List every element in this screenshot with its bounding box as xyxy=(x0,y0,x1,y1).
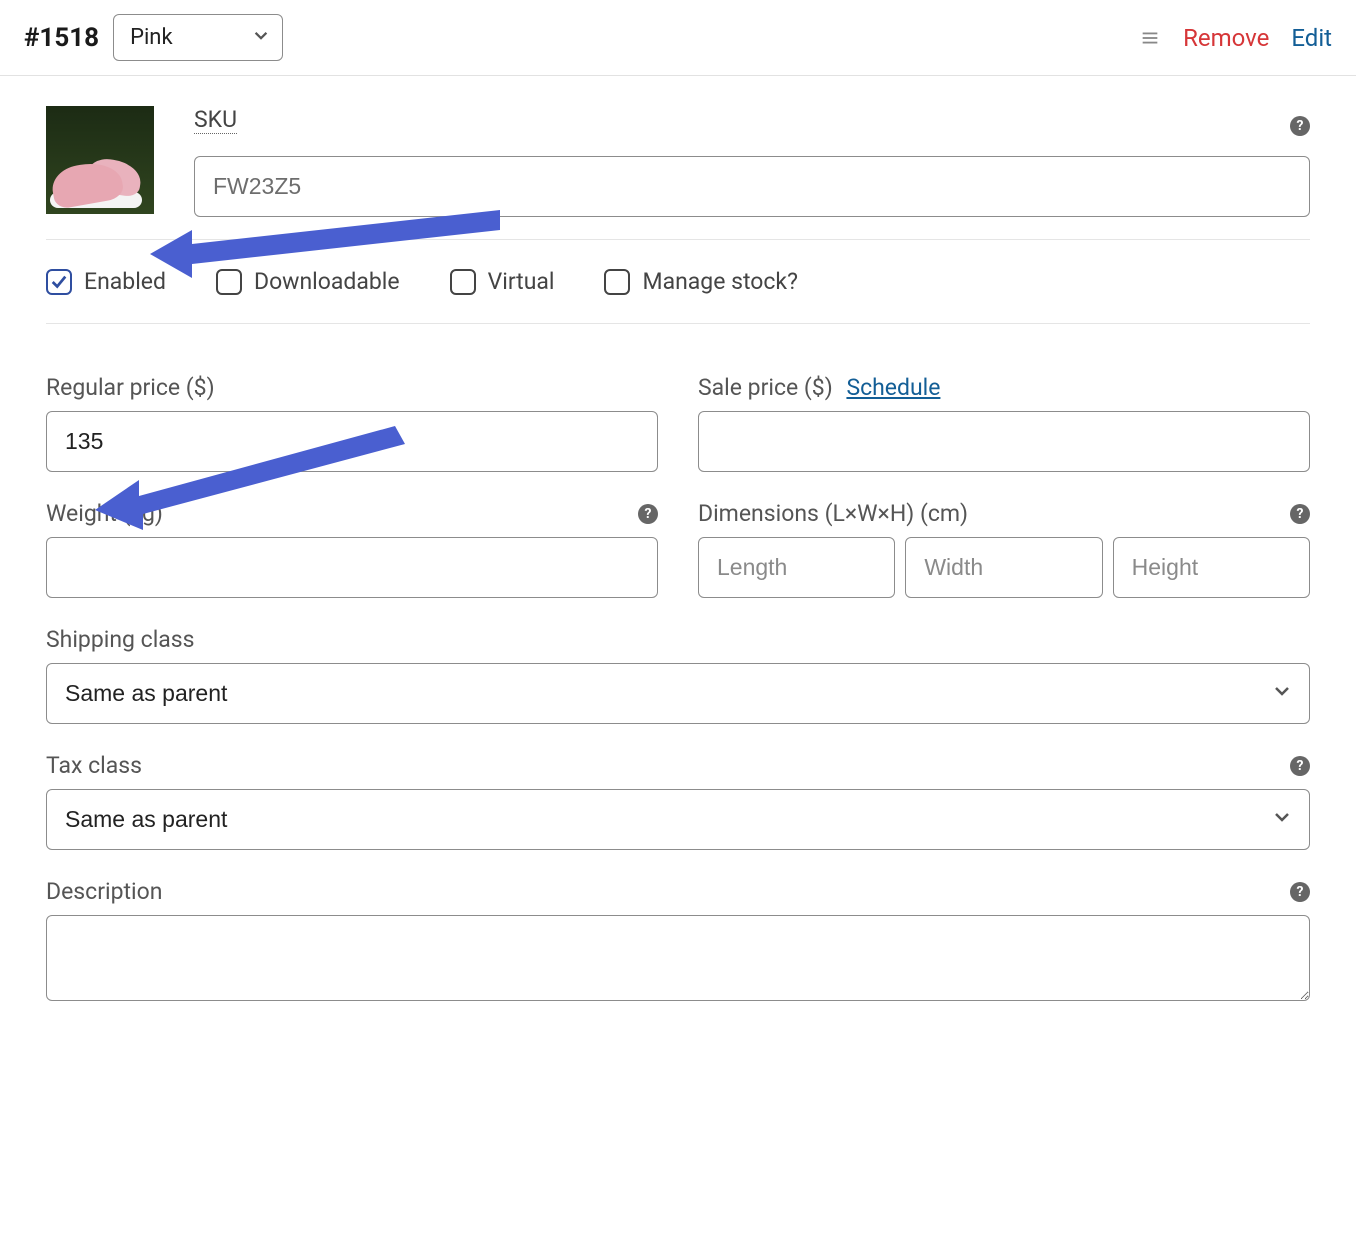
header-right: Remove Edit xyxy=(1139,24,1332,52)
enabled-label: Enabled xyxy=(84,268,166,295)
shipping-class-label: Shipping class xyxy=(46,626,195,653)
help-icon[interactable]: ? xyxy=(1290,504,1310,524)
sale-price-input[interactable] xyxy=(698,411,1310,472)
tax-class-value[interactable] xyxy=(46,789,1310,850)
schedule-link[interactable]: Schedule xyxy=(846,374,940,401)
manage-stock-label: Manage stock? xyxy=(642,268,797,295)
downloadable-checkbox[interactable]: Downloadable xyxy=(216,268,400,295)
downloadable-label: Downloadable xyxy=(254,268,400,295)
attribute-select[interactable]: Pink xyxy=(113,14,283,61)
width-input[interactable] xyxy=(905,537,1102,598)
options-row: Enabled Downloadable Virtual Manage stoc… xyxy=(46,262,1310,301)
chevron-down-icon xyxy=(1272,807,1292,833)
sku-input[interactable] xyxy=(194,156,1310,217)
shipping-class-select[interactable] xyxy=(46,663,1310,724)
manage-stock-checkbox[interactable]: Manage stock? xyxy=(604,268,797,295)
help-icon[interactable]: ? xyxy=(1290,756,1310,776)
help-icon[interactable]: ? xyxy=(1290,116,1310,136)
variation-panel: SKU ? Enabled Downloadable Virtual Manag… xyxy=(0,76,1356,1047)
header-left: #1518 Pink xyxy=(24,14,283,61)
regular-price-input[interactable] xyxy=(46,411,658,472)
attribute-selected-value: Pink xyxy=(130,25,173,50)
description-textarea[interactable] xyxy=(46,915,1310,1001)
edit-link[interactable]: Edit xyxy=(1291,24,1332,52)
shipping-class-value[interactable] xyxy=(46,663,1310,724)
chevron-down-icon xyxy=(252,25,270,50)
sale-price-label: Sale price ($) xyxy=(698,374,833,401)
help-icon[interactable]: ? xyxy=(638,504,658,524)
virtual-label: Virtual xyxy=(488,268,555,295)
height-input[interactable] xyxy=(1113,537,1310,598)
chevron-down-icon xyxy=(1272,681,1292,707)
tax-class-select[interactable] xyxy=(46,789,1310,850)
length-input[interactable] xyxy=(698,537,895,598)
help-icon[interactable]: ? xyxy=(1290,882,1310,902)
sku-label: SKU xyxy=(194,106,237,134)
virtual-checkbox[interactable]: Virtual xyxy=(450,268,555,295)
enabled-checkbox[interactable]: Enabled xyxy=(46,268,166,295)
variation-image-thumbnail[interactable] xyxy=(46,106,154,214)
variation-header: #1518 Pink Remove Edit xyxy=(0,0,1356,76)
description-label: Description xyxy=(46,878,162,905)
remove-link[interactable]: Remove xyxy=(1183,24,1269,52)
variation-id: #1518 xyxy=(24,23,99,53)
tax-class-label: Tax class xyxy=(46,752,142,779)
weight-input[interactable] xyxy=(46,537,658,598)
dimensions-label: Dimensions (L×W×H) (cm) xyxy=(698,500,968,527)
drag-handle-icon[interactable] xyxy=(1139,27,1161,49)
weight-label: Weight (kg) xyxy=(46,500,163,527)
regular-price-label: Regular price ($) xyxy=(46,374,215,401)
